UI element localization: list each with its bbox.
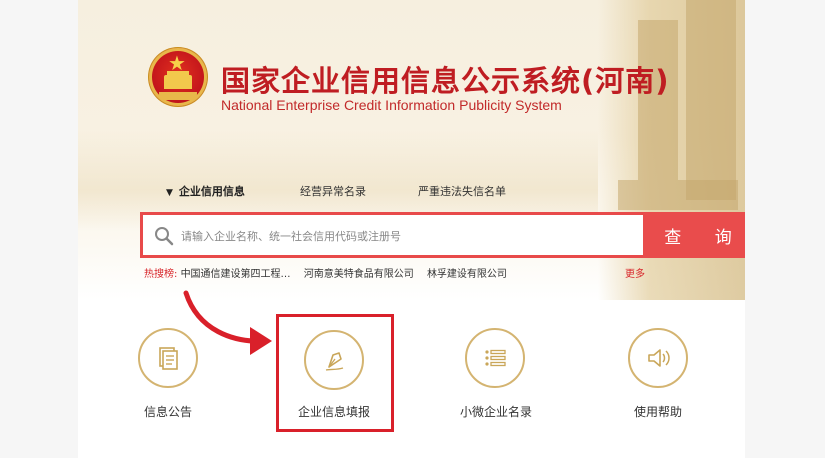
page: ★ 国家企业信用信息公示系统(河南) National Enterprise C… [78,0,745,458]
site-title-cn: 国家企业信用信息公示系统(河南) [221,64,670,98]
hot-search-item[interactable]: 河南意美特食品有限公司 [304,269,414,280]
hot-search-list: 热搜榜: 中国通信建设第四工程… 河南意美特食品有限公司 林孚建设有限公司 [144,265,517,280]
hot-search-label: 热搜榜: [144,269,178,280]
hot-search-item[interactable]: 中国通信建设第四工程… [181,269,291,280]
search-input[interactable] [179,215,615,257]
feature-info-notice[interactable] [138,328,198,388]
feature-enterprise-report[interactable] [304,330,364,390]
feature-label[interactable]: 企业信息填报 [286,403,382,420]
hot-search-more-link[interactable]: 更多 [625,265,645,280]
site-title-en: National Enterprise Credit Information P… [221,97,562,113]
national-emblem-icon: ★ [149,48,207,106]
caret-down-icon: ▼ [166,188,173,198]
list-icon [485,349,506,367]
tab-abnormal-operation[interactable]: 经营异常名录 [300,183,366,199]
search-icon [155,227,174,246]
feature-label[interactable]: 小微企业名录 [448,403,544,420]
hot-search-item[interactable]: 林孚建设有限公司 [427,269,507,280]
tab-label: 企业信用信息 [178,185,245,198]
search-bar: 查 询 [140,212,745,258]
tab-label: 经营异常名录 [300,185,366,198]
document-icon [159,347,178,370]
pen-icon [325,352,344,371]
feature-label[interactable]: 使用帮助 [626,403,690,420]
feature-small-micro-list[interactable] [465,328,525,388]
feature-help[interactable] [628,328,688,388]
tab-serious-violation[interactable]: 严重违法失信名单 [418,183,506,199]
tab-label: 严重违法失信名单 [418,185,506,198]
search-button[interactable]: 查 询 [643,212,745,258]
right-margin [745,0,825,458]
left-margin [0,0,78,458]
speaker-icon [648,349,670,367]
feature-label[interactable]: 信息公告 [136,403,200,420]
tab-enterprise-credit[interactable]: ▼ 企业信用信息 [166,183,245,199]
